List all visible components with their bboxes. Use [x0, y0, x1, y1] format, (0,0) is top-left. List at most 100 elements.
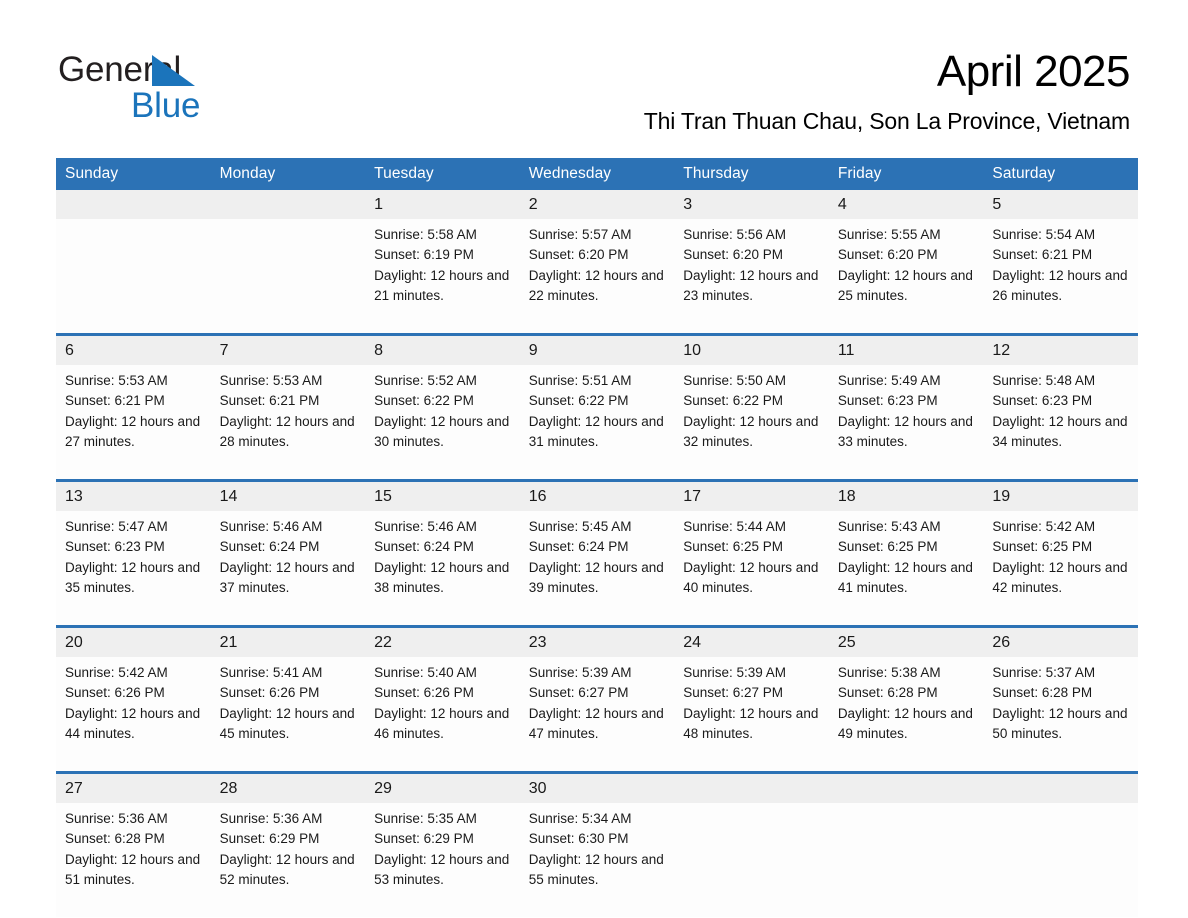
sunrise-text: Sunrise: 5:40 AM — [374, 665, 477, 680]
day-cell: Sunrise: 5:51 AM Sunset: 6:22 PM Dayligh… — [519, 365, 675, 481]
day-cell: Sunrise: 5:46 AM Sunset: 6:24 PM Dayligh… — [365, 511, 520, 627]
week-detail-row: Sunrise: 5:58 AM Sunset: 6:19 PM Dayligh… — [56, 219, 1138, 335]
weekday-header-thursday: Thursday — [674, 158, 829, 190]
day-cell: Sunrise: 5:55 AM Sunset: 6:20 PM Dayligh… — [828, 219, 984, 335]
day-cell: Sunrise: 5:43 AM Sunset: 6:25 PM Dayligh… — [828, 511, 984, 627]
sunrise-text: Sunrise: 5:38 AM — [837, 665, 941, 680]
day-cell — [210, 219, 366, 335]
day-number: 10 — [674, 333, 829, 365]
day-number: 21 — [210, 625, 366, 657]
sunrise-text: Sunrise: 5:35 AM — [374, 811, 477, 826]
daylight-text: Daylight: 12 hours and 40 minutes. — [683, 559, 819, 595]
sunrise-text: Sunrise: 5:56 AM — [683, 227, 787, 242]
daylight-text: Daylight: 12 hours and 47 minutes. — [528, 705, 664, 741]
daylight-text: Daylight: 12 hours and 38 minutes. — [374, 559, 510, 595]
weekday-header-monday: Monday — [210, 158, 366, 190]
day-cell — [56, 219, 211, 335]
day-number: 2 — [519, 190, 675, 219]
day-cell: Sunrise: 5:52 AM Sunset: 6:22 PM Dayligh… — [365, 365, 520, 481]
sunset-text: Sunset: 6:30 PM — [528, 831, 629, 847]
daylight-text: Daylight: 12 hours and 35 minutes. — [65, 559, 201, 595]
day-cell: Sunrise: 5:47 AM Sunset: 6:23 PM Dayligh… — [56, 511, 211, 627]
sunset-text: Sunset: 6:27 PM — [683, 685, 784, 701]
weekday-header-saturday: Saturday — [983, 158, 1138, 190]
day-number — [828, 771, 984, 803]
sunrise-text: Sunrise: 5:36 AM — [219, 811, 323, 826]
day-cell: Sunrise: 5:57 AM Sunset: 6:20 PM Dayligh… — [519, 219, 675, 335]
weekday-header-wednesday: Wednesday — [519, 158, 675, 190]
sunset-text: Sunset: 6:28 PM — [992, 685, 1093, 701]
day-cell: Sunrise: 5:53 AM Sunset: 6:21 PM Dayligh… — [56, 365, 211, 481]
daylight-text: Daylight: 12 hours and 32 minutes. — [683, 413, 819, 449]
day-cell: Sunrise: 5:53 AM Sunset: 6:21 PM Dayligh… — [210, 365, 366, 481]
sunrise-text: Sunrise: 5:54 AM — [992, 227, 1096, 242]
week-detail-row: Sunrise: 5:36 AM Sunset: 6:28 PM Dayligh… — [56, 803, 1138, 917]
day-number — [983, 771, 1138, 803]
day-number: 16 — [519, 479, 675, 511]
daylight-text: Daylight: 12 hours and 22 minutes. — [528, 267, 664, 303]
sunset-text: Sunset: 6:26 PM — [65, 685, 165, 701]
day-number: 27 — [56, 771, 211, 803]
daylight-text: Daylight: 12 hours and 45 minutes. — [219, 705, 355, 741]
day-cell: Sunrise: 5:40 AM Sunset: 6:26 PM Dayligh… — [365, 657, 520, 773]
day-cell: Sunrise: 5:48 AM Sunset: 6:23 PM Dayligh… — [983, 365, 1138, 481]
day-number: 20 — [56, 625, 211, 657]
day-number: 23 — [519, 625, 675, 657]
day-number: 30 — [519, 771, 675, 803]
daylight-text: Daylight: 12 hours and 28 minutes. — [219, 413, 355, 449]
day-cell: Sunrise: 5:42 AM Sunset: 6:25 PM Dayligh… — [983, 511, 1138, 627]
sunset-text: Sunset: 6:24 PM — [528, 539, 629, 555]
daylight-text: Daylight: 12 hours and 51 minutes. — [65, 851, 201, 887]
sunset-text: Sunset: 6:21 PM — [65, 393, 165, 409]
triangle-icon — [152, 55, 195, 86]
daylight-text: Daylight: 12 hours and 49 minutes. — [837, 705, 973, 741]
sunset-text: Sunset: 6:19 PM — [374, 247, 474, 263]
sunset-text: Sunset: 6:21 PM — [219, 393, 320, 409]
daylight-text: Daylight: 12 hours and 33 minutes. — [837, 413, 973, 449]
day-number: 11 — [828, 333, 984, 365]
sunrise-text: Sunrise: 5:46 AM — [374, 519, 477, 534]
sunrise-text: Sunrise: 5:50 AM — [683, 373, 787, 388]
day-number: 8 — [365, 333, 520, 365]
day-number — [210, 190, 366, 219]
day-cell — [674, 803, 829, 917]
sunrise-text: Sunrise: 5:42 AM — [65, 665, 168, 680]
day-number: 26 — [983, 625, 1138, 657]
daylight-text: Daylight: 12 hours and 26 minutes. — [992, 267, 1128, 303]
sunrise-text: Sunrise: 5:51 AM — [528, 373, 632, 388]
week-date-row: 13 14 15 16 17 18 19 — [56, 479, 1138, 511]
calendar-body: 1 2 3 4 5 Sunrise: 5:58 AM Sunset: 6:19 … — [56, 190, 1138, 917]
sunset-text: Sunset: 6:26 PM — [219, 685, 320, 701]
day-number: 17 — [674, 479, 829, 511]
day-cell — [983, 803, 1138, 917]
sunset-text: Sunset: 6:29 PM — [374, 831, 474, 847]
day-cell: Sunrise: 5:36 AM Sunset: 6:29 PM Dayligh… — [210, 803, 366, 917]
page-header: General Blue April 2025 Thi Tran Thuan C… — [0, 0, 1188, 150]
page-title: April 2025 — [936, 47, 1131, 96]
sunset-text: Sunset: 6:24 PM — [374, 539, 474, 555]
day-number: 5 — [983, 190, 1138, 219]
sunrise-text: Sunrise: 5:34 AM — [528, 811, 632, 826]
logo-blue-text: Blue — [131, 86, 201, 125]
sunrise-text: Sunrise: 5:57 AM — [528, 227, 632, 242]
daylight-text: Daylight: 12 hours and 48 minutes. — [683, 705, 819, 741]
day-number: 29 — [365, 771, 520, 803]
sunrise-text: Sunrise: 5:36 AM — [65, 811, 168, 826]
sunset-text: Sunset: 6:23 PM — [992, 393, 1093, 409]
sunrise-text: Sunrise: 5:46 AM — [219, 519, 323, 534]
day-cell: Sunrise: 5:42 AM Sunset: 6:26 PM Dayligh… — [56, 657, 211, 773]
daylight-text: Daylight: 12 hours and 41 minutes. — [837, 559, 973, 595]
day-number: 1 — [365, 190, 520, 219]
sunrise-text: Sunrise: 5:49 AM — [837, 373, 941, 388]
day-number: 25 — [828, 625, 984, 657]
day-cell: Sunrise: 5:34 AM Sunset: 6:30 PM Dayligh… — [519, 803, 675, 917]
sunrise-text: Sunrise: 5:47 AM — [65, 519, 168, 534]
sunrise-text: Sunrise: 5:55 AM — [837, 227, 941, 242]
week-date-row: 20 21 22 23 24 25 26 — [56, 625, 1138, 657]
sunset-text: Sunset: 6:25 PM — [992, 539, 1093, 555]
daylight-text: Daylight: 12 hours and 46 minutes. — [374, 705, 510, 741]
sunset-text: Sunset: 6:28 PM — [837, 685, 938, 701]
calendar-table: Sunday Monday Tuesday Wednesday Thursday… — [56, 158, 1138, 917]
sunrise-text: Sunrise: 5:53 AM — [65, 373, 168, 388]
day-number: 12 — [983, 333, 1138, 365]
